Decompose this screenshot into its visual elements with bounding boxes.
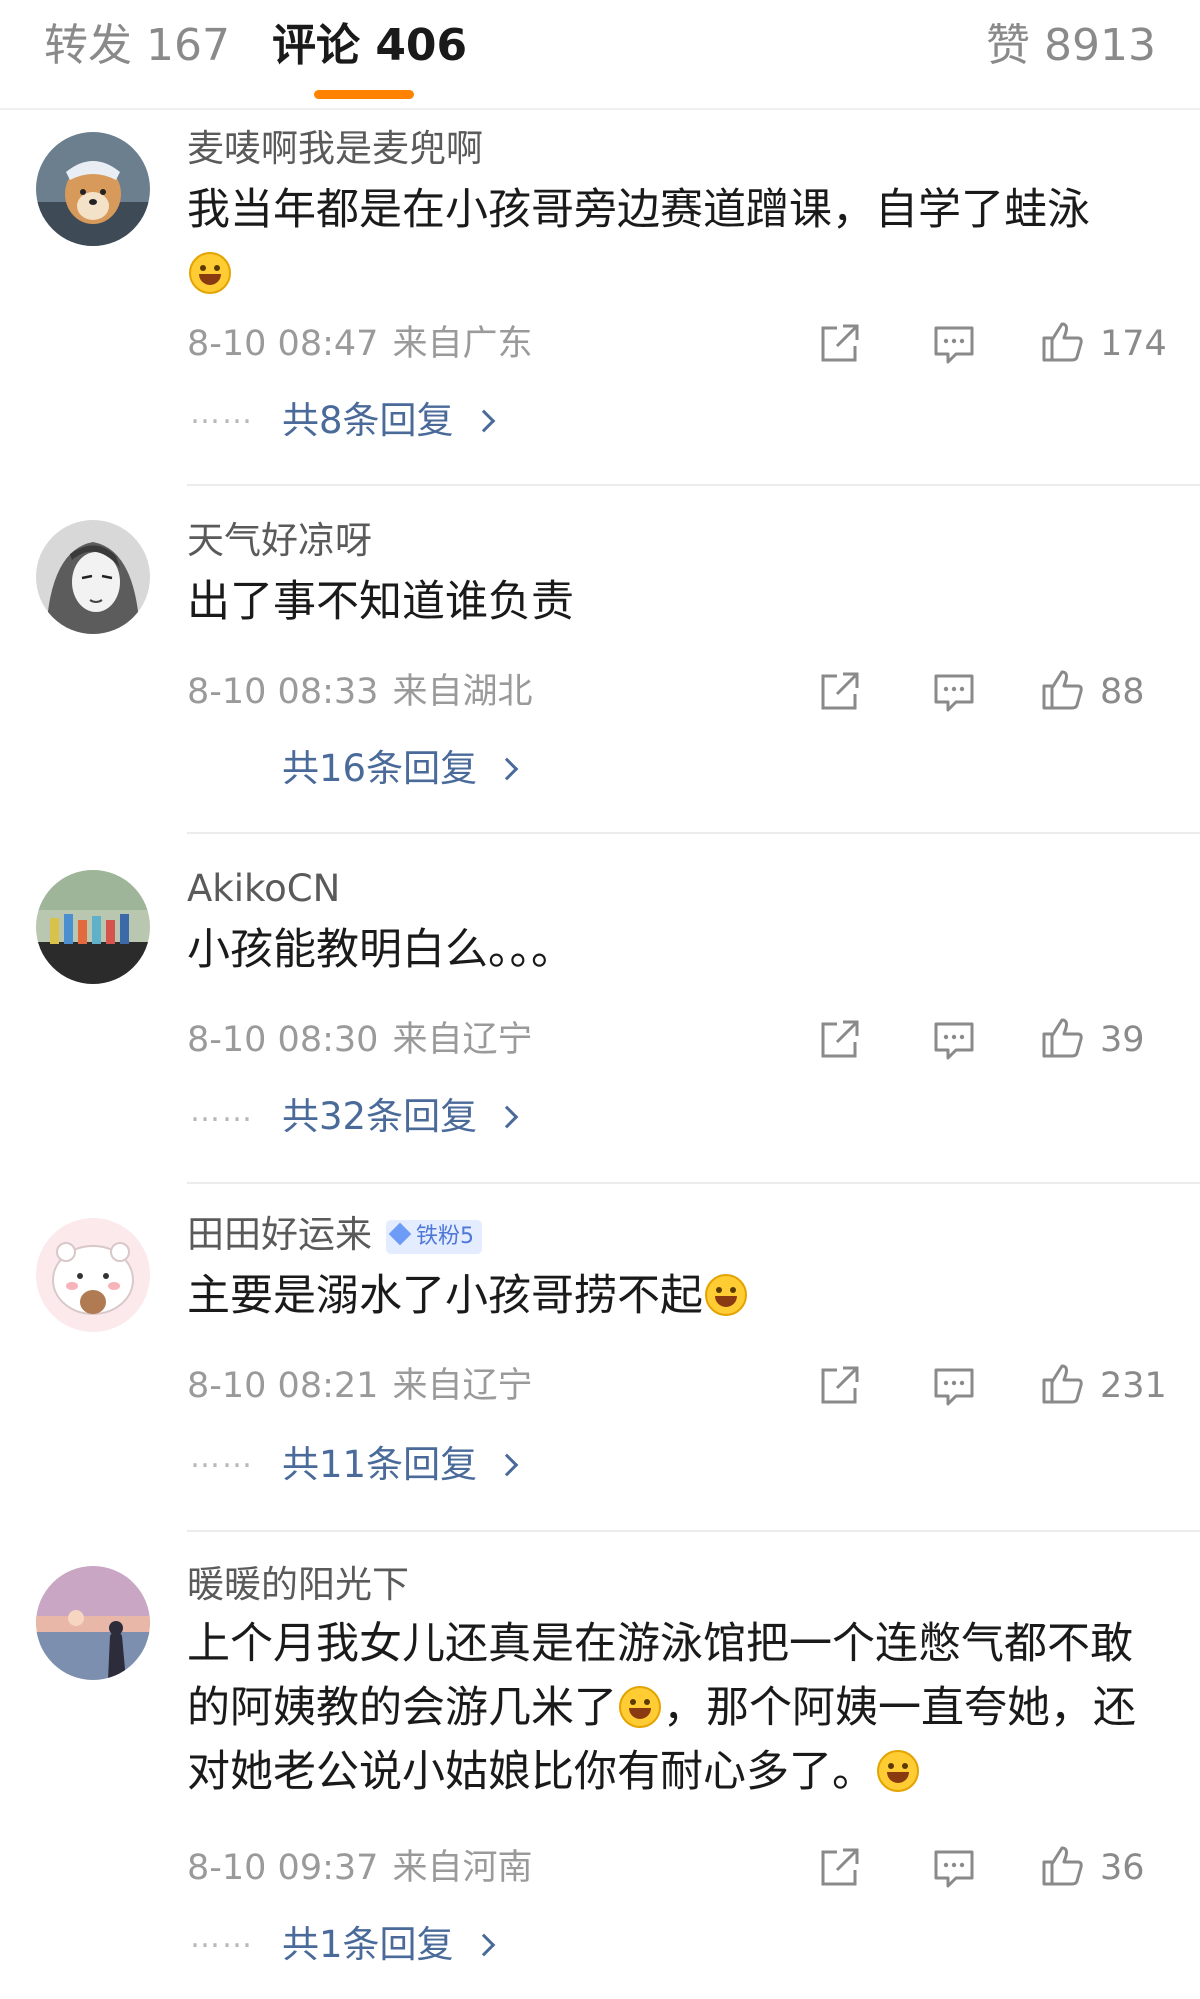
share-icon[interactable] bbox=[815, 1844, 863, 1892]
comment-text: 主要是溺水了小孩哥捞不起 bbox=[187, 1264, 1167, 1328]
reply-dots: …… bbox=[190, 1920, 254, 1955]
comment-time: 8-10 08:30 bbox=[187, 1020, 379, 1060]
avatar[interactable] bbox=[36, 1566, 150, 1680]
comment-text-body: 小孩能教明白么。。。 bbox=[187, 925, 574, 975]
comment-text: 上个月我女儿还真是在游泳馆把一个连憋气都不敢的阿姨教的会游几米了 ，那个阿姨一直夸… bbox=[187, 1612, 1167, 1804]
tab-likes[interactable]: 赞 8913 bbox=[986, 18, 1156, 74]
reply-dots: …… bbox=[190, 396, 254, 431]
chevron-right-icon bbox=[495, 1105, 519, 1129]
comment-time: 8-10 09:37 bbox=[187, 1848, 379, 1888]
divider bbox=[187, 1182, 1200, 1184]
avatar[interactable] bbox=[36, 520, 150, 634]
fan-badge[interactable]: 铁粉5 bbox=[386, 1219, 482, 1254]
username-label: 田田好运来 bbox=[187, 1213, 372, 1256]
comment-username[interactable]: 田田好运来 铁粉5 bbox=[187, 1212, 482, 1258]
like-icon[interactable] bbox=[1038, 318, 1086, 366]
comment-time: 8-10 08:21 bbox=[187, 1366, 379, 1406]
like-count: 231 bbox=[1100, 1366, 1167, 1406]
comment-meta: 8-10 08:21 来自辽宁 bbox=[187, 1364, 532, 1408]
comment-location: 来自辽宁 bbox=[392, 1366, 533, 1406]
comment-meta: 8-10 08:33 来自湖北 bbox=[187, 670, 532, 714]
avatar[interactable] bbox=[36, 132, 150, 246]
view-replies-link[interactable]: 共11条回复 bbox=[282, 1442, 519, 1488]
like-count: 88 bbox=[1100, 672, 1145, 712]
replies-label: 共11条回复 bbox=[282, 1443, 478, 1486]
tab-comments[interactable]: 评论 406 bbox=[272, 18, 467, 74]
comment-time: 8-10 08:47 bbox=[187, 324, 379, 364]
replies-label: 共32条回复 bbox=[282, 1095, 478, 1138]
share-icon[interactable] bbox=[815, 1362, 863, 1410]
comment-location: 来自辽宁 bbox=[392, 1020, 533, 1060]
chevron-right-icon bbox=[495, 757, 519, 781]
like-icon[interactable] bbox=[1038, 666, 1086, 714]
comment-icon[interactable] bbox=[930, 1844, 978, 1892]
view-replies-link[interactable]: 共32条回复 bbox=[282, 1094, 519, 1140]
like-icon[interactable] bbox=[1038, 1842, 1086, 1890]
grin-teeth-emoji-icon bbox=[877, 1750, 919, 1792]
comment-text: 我当年都是在小孩哥旁边赛道蹭课，自学了蛙泳 bbox=[187, 178, 1167, 306]
reply-dots: …… bbox=[190, 1094, 254, 1129]
comment-text: 小孩能教明白么。。。 bbox=[187, 918, 1167, 982]
comment-icon[interactable] bbox=[930, 320, 978, 368]
comment-username[interactable]: AkikoCN bbox=[187, 866, 340, 912]
share-icon[interactable] bbox=[815, 668, 863, 716]
comment-time: 8-10 08:33 bbox=[187, 672, 379, 712]
replies-label: 共16条回复 bbox=[282, 747, 478, 790]
diamond-icon bbox=[388, 1222, 412, 1245]
reply-dots: …… bbox=[190, 1440, 254, 1475]
comment-meta: 8-10 09:37 来自河南 bbox=[187, 1846, 532, 1890]
comment-username[interactable]: 天气好凉呀 bbox=[187, 518, 372, 564]
share-icon[interactable] bbox=[815, 1016, 863, 1064]
like-icon[interactable] bbox=[1038, 1360, 1086, 1408]
comment-meta: 8-10 08:30 来自辽宁 bbox=[187, 1018, 532, 1062]
chevron-right-icon bbox=[472, 1933, 495, 1957]
chevron-right-icon bbox=[495, 1453, 519, 1477]
comment-icon[interactable] bbox=[930, 1362, 978, 1410]
comment-location: 来自湖北 bbox=[392, 672, 533, 712]
view-replies-link[interactable]: 共8条回复 bbox=[282, 398, 495, 444]
share-icon[interactable] bbox=[815, 320, 863, 368]
avatar[interactable] bbox=[36, 1218, 150, 1332]
comment-username[interactable]: 麦唛啊我是麦兜啊 bbox=[187, 126, 483, 172]
comment-text-body: 出了事不知道谁负责 bbox=[187, 577, 574, 627]
comment-icon[interactable] bbox=[930, 668, 978, 716]
comment-text-body: 主要是溺水了小孩哥捞不起 bbox=[187, 1271, 703, 1321]
replies-label: 共8条回复 bbox=[282, 399, 454, 442]
divider bbox=[187, 1530, 1200, 1532]
crying-emoji-icon bbox=[619, 1686, 661, 1728]
laughing-tears-emoji-icon bbox=[189, 252, 231, 294]
like-count: 174 bbox=[1100, 324, 1167, 364]
grinning-emoji-icon bbox=[705, 1274, 747, 1316]
chevron-right-icon bbox=[472, 409, 495, 433]
comment-tabs: 转发 167 评论 406 赞 8913 bbox=[0, 0, 1200, 110]
comment-location: 来自广东 bbox=[392, 324, 533, 364]
divider bbox=[187, 832, 1200, 834]
avatar[interactable] bbox=[36, 870, 150, 984]
view-replies-link[interactable]: 共1条回复 bbox=[282, 1922, 495, 1968]
comment-icon[interactable] bbox=[930, 1016, 978, 1064]
comment-location: 来自河南 bbox=[392, 1848, 533, 1888]
divider bbox=[187, 484, 1200, 486]
comment-meta: 8-10 08:47 来自广东 bbox=[187, 322, 532, 366]
comment-username[interactable]: 暖暖的阳光下 bbox=[187, 1562, 409, 1608]
like-count: 39 bbox=[1100, 1020, 1145, 1060]
tab-repost[interactable]: 转发 167 bbox=[44, 18, 230, 74]
active-tab-indicator bbox=[314, 90, 414, 99]
comment-text: 出了事不知道谁负责 bbox=[187, 570, 1167, 634]
replies-label: 共1条回复 bbox=[282, 1923, 454, 1966]
like-count: 36 bbox=[1100, 1848, 1145, 1888]
comment-text-body: 我当年都是在小孩哥旁边赛道蹭课，自学了蛙泳 bbox=[187, 185, 1090, 235]
view-replies-link[interactable]: 共16条回复 bbox=[282, 746, 519, 792]
fan-badge-label: 铁粉5 bbox=[416, 1223, 474, 1249]
like-icon[interactable] bbox=[1038, 1014, 1086, 1062]
